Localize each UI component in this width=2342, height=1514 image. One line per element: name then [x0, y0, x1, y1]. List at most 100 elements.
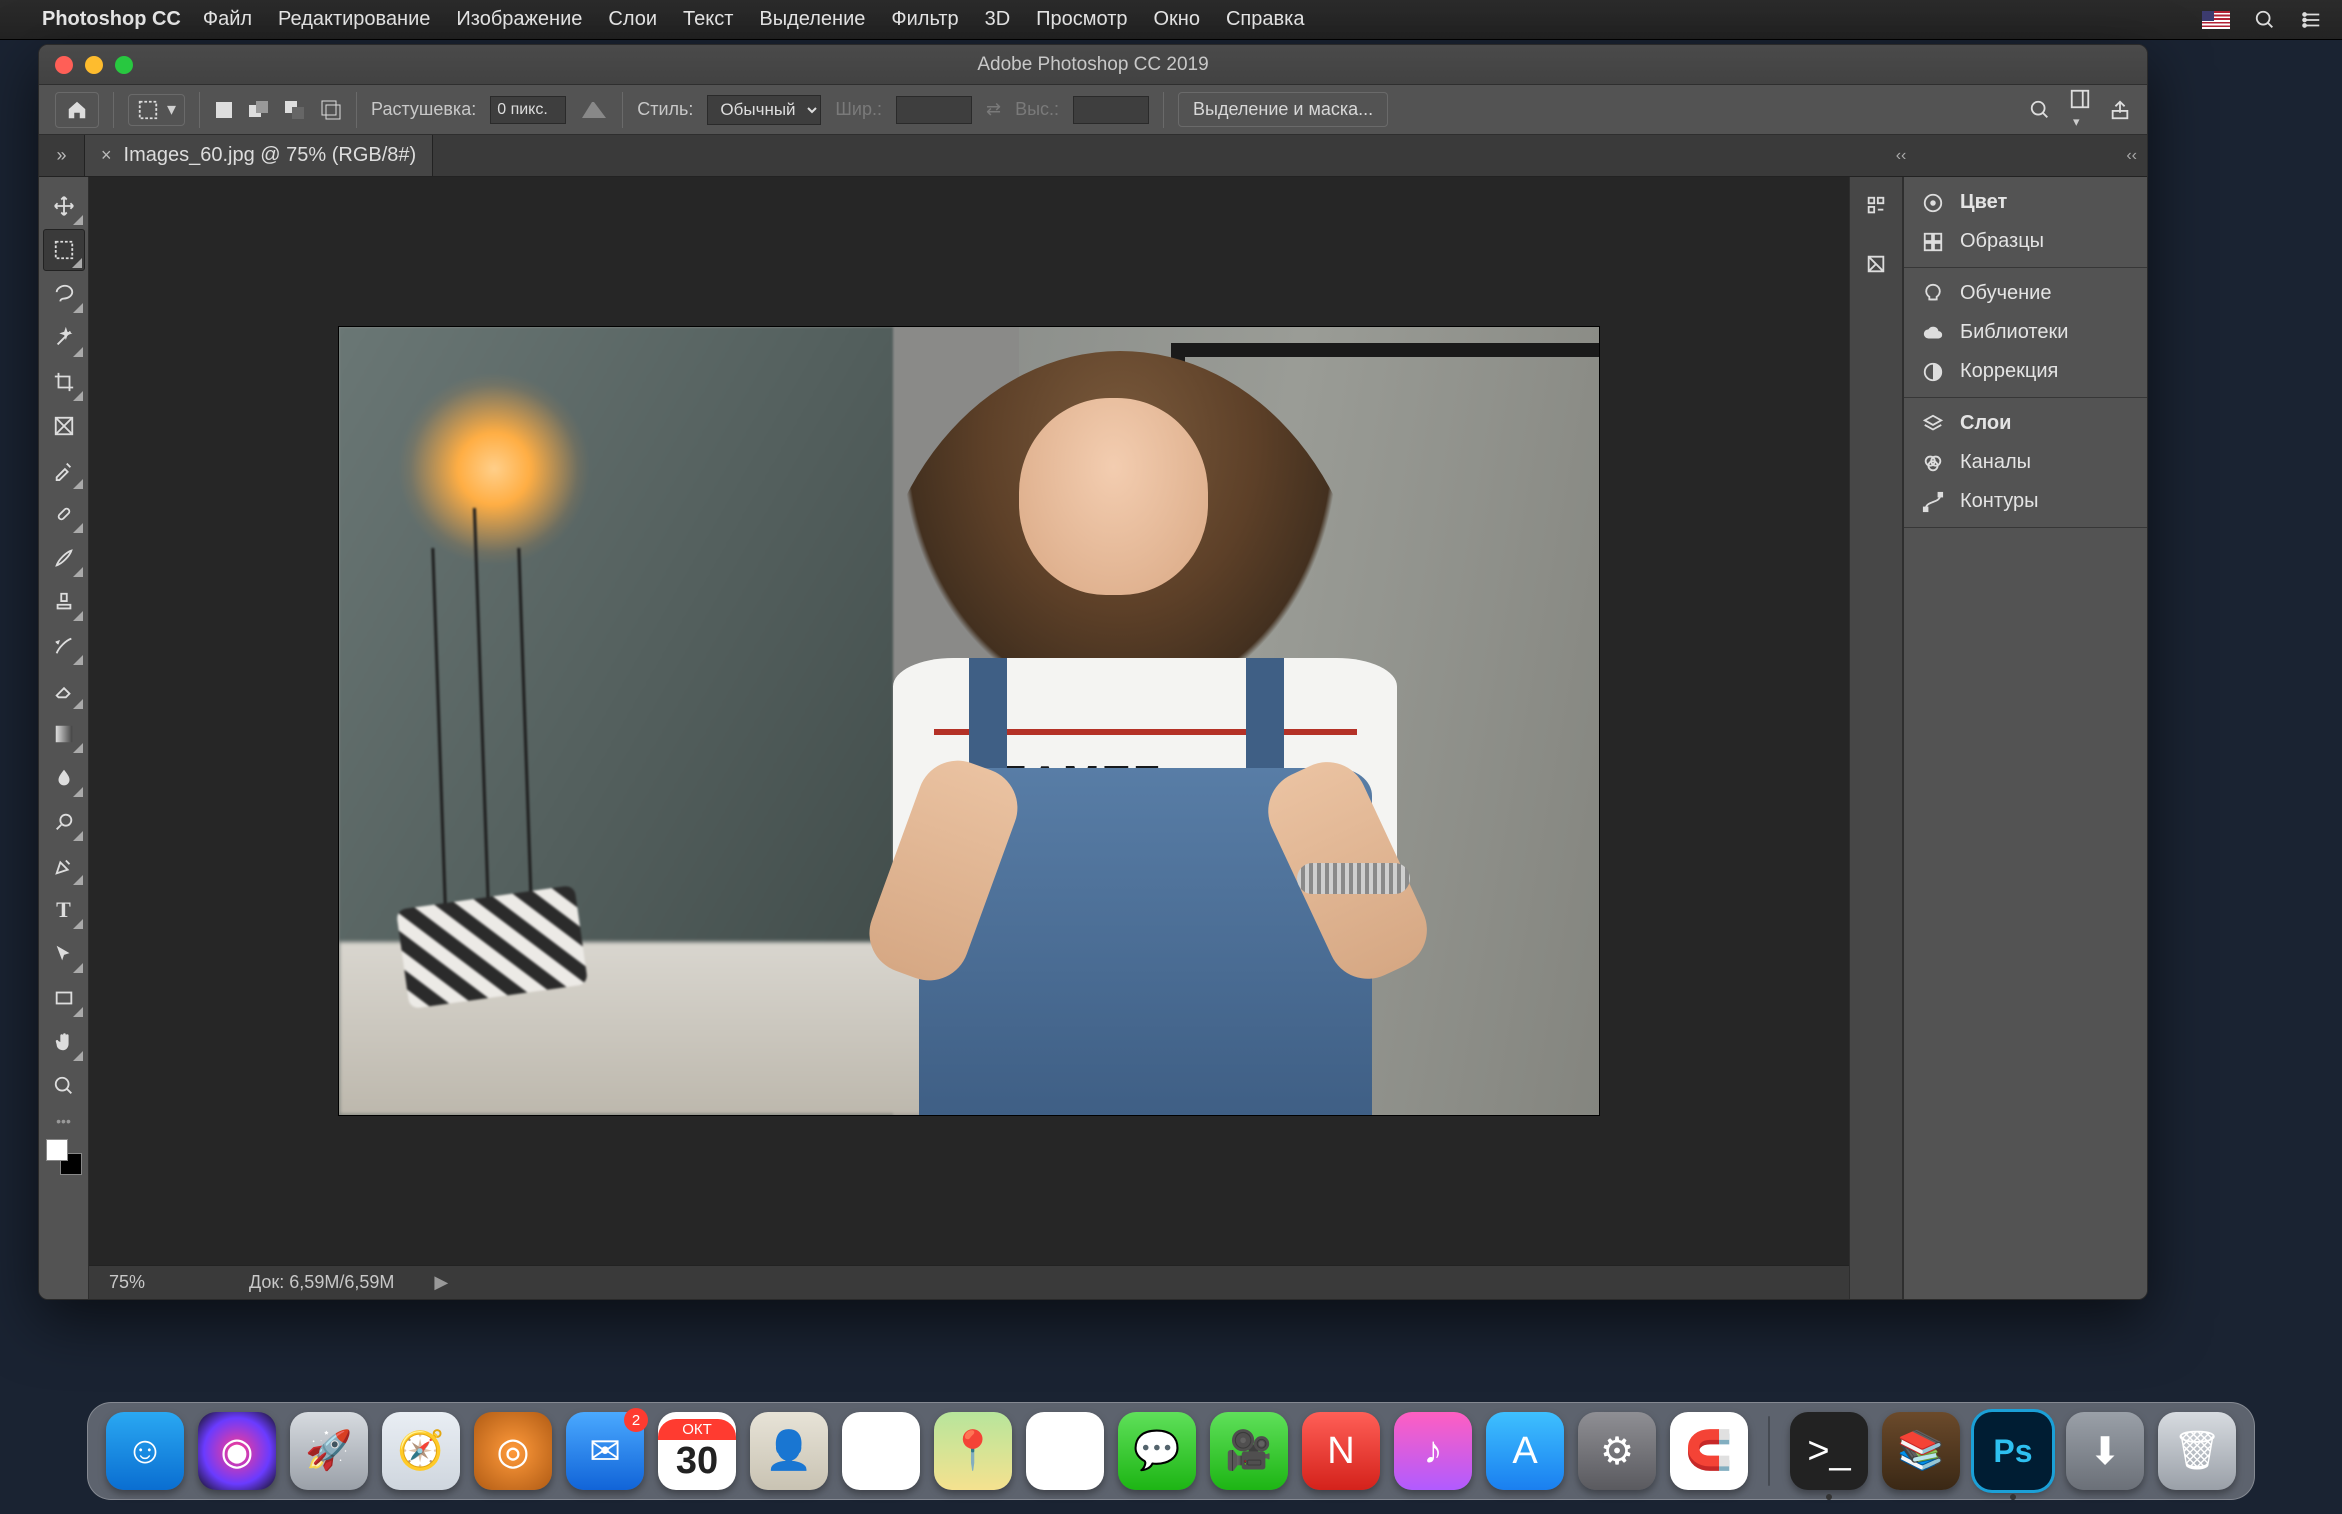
menu-filter[interactable]: Фильтр	[891, 8, 958, 31]
dock-launchpad[interactable]: 🚀	[290, 1412, 368, 1490]
dock-mail[interactable]: ✉2	[566, 1412, 644, 1490]
dock-news[interactable]: N	[1302, 1412, 1380, 1490]
dock-maps[interactable]: 📍	[934, 1412, 1012, 1490]
zoom-level[interactable]: 75%	[109, 1272, 209, 1293]
status-menu-icon[interactable]: ▶	[434, 1272, 448, 1293]
menu-image[interactable]: Изображение	[456, 8, 582, 31]
tool-zoom[interactable]	[43, 1065, 85, 1107]
tool-path-select[interactable]	[43, 933, 85, 975]
tool-brush[interactable]	[43, 537, 85, 579]
dock-preferences[interactable]: ⚙	[1578, 1412, 1656, 1490]
document-image[interactable]	[339, 327, 1599, 1115]
menubar-app-name[interactable]: Photoshop CC	[42, 8, 181, 31]
add-selection-icon[interactable]	[248, 99, 270, 121]
tool-blur[interactable]	[43, 757, 85, 799]
tool-move[interactable]	[43, 185, 85, 227]
zoom-window-button[interactable]	[115, 56, 133, 74]
tool-healing[interactable]	[43, 493, 85, 535]
spotlight-icon[interactable]	[2254, 9, 2276, 31]
canvas-viewport[interactable]	[89, 177, 1849, 1265]
tool-type[interactable]: T	[43, 889, 85, 931]
panel-libraries[interactable]: Библиотеки	[1904, 313, 2147, 352]
tool-eyedropper[interactable]	[43, 449, 85, 491]
dock-siri[interactable]: ◉	[198, 1412, 276, 1490]
new-selection-icon[interactable]	[214, 100, 234, 120]
menu-window[interactable]: Окно	[1154, 8, 1200, 31]
menu-layers[interactable]: Слои	[608, 8, 657, 31]
panel-paths[interactable]: Контуры	[1904, 482, 2147, 521]
close-tab-icon[interactable]: ×	[101, 145, 112, 166]
intersect-selection-icon[interactable]	[320, 99, 342, 121]
dock-photos[interactable]: ✿	[1026, 1412, 1104, 1490]
dock-appstore[interactable]: A	[1486, 1412, 1564, 1490]
width-label: Шир.:	[835, 99, 882, 120]
window-titlebar[interactable]: Adobe Photoshop CC 2019	[39, 45, 2147, 85]
dock-reminders[interactable]: ☲	[842, 1412, 920, 1490]
panel-learn[interactable]: Обучение	[1904, 274, 2147, 313]
dock-terminal[interactable]: >_	[1790, 1412, 1868, 1490]
menu-help[interactable]: Справка	[1226, 8, 1304, 31]
tool-crop[interactable]	[43, 361, 85, 403]
tool-frame[interactable]	[43, 405, 85, 447]
tool-history-brush[interactable]	[43, 625, 85, 667]
dock-calendar[interactable]: ОКТ30	[658, 1412, 736, 1490]
menu-view[interactable]: Просмотр	[1036, 8, 1127, 31]
tool-rectangle[interactable]	[43, 977, 85, 1019]
menu-file[interactable]: Файл	[203, 8, 252, 31]
dock-facetime[interactable]: 🎥	[1210, 1412, 1288, 1490]
tool-eraser[interactable]	[43, 669, 85, 711]
collapse-midpanel-icon[interactable]: ‹‹	[1896, 147, 1907, 165]
input-language-flag-icon[interactable]	[2202, 11, 2230, 29]
tool-hand[interactable]	[43, 1021, 85, 1063]
dock-messages[interactable]: 💬	[1118, 1412, 1196, 1490]
panel-swatches[interactable]: Образцы	[1904, 222, 2147, 261]
document-tab[interactable]: × Images_60.jpg @ 75% (RGB/8#)	[85, 135, 433, 176]
search-icon[interactable]	[2029, 99, 2051, 121]
dock-safari[interactable]: 🧭	[382, 1412, 460, 1490]
control-center-icon[interactable]	[2300, 9, 2322, 31]
select-and-mask-button[interactable]: Выделение и маска...	[1178, 92, 1388, 127]
tool-gradient[interactable]	[43, 713, 85, 755]
tool-marquee[interactable]	[43, 229, 85, 271]
dock-contacts[interactable]: 👤	[750, 1412, 828, 1490]
history-panel-icon[interactable]	[1859, 189, 1893, 223]
tool-dodge[interactable]	[43, 801, 85, 843]
collapse-panels-icon[interactable]: ‹‹	[2126, 147, 2137, 165]
dock-finder[interactable]: ☺	[106, 1412, 184, 1490]
tool-magic-wand[interactable]	[43, 317, 85, 359]
share-icon[interactable]	[2109, 99, 2131, 121]
more-tools-icon[interactable]: •••	[56, 1113, 71, 1129]
menu-edit[interactable]: Редактирование	[278, 8, 430, 31]
dock-photoshop[interactable]: Ps	[1974, 1412, 2052, 1490]
dock-trash[interactable]: 🗑	[2158, 1412, 2236, 1490]
window-controls	[55, 56, 133, 74]
feather-input[interactable]	[490, 96, 566, 124]
current-tool-chip[interactable]: ▾	[128, 94, 185, 126]
home-button[interactable]	[55, 92, 99, 128]
menu-type[interactable]: Текст	[683, 8, 733, 31]
menu-3d[interactable]: 3D	[985, 8, 1011, 31]
workspace-switcher-icon[interactable]: ▾	[2069, 88, 2091, 131]
doc-size[interactable]: Док: 6,59M/6,59M	[249, 1272, 394, 1293]
dock-itunes[interactable]: ♪	[1394, 1412, 1472, 1490]
style-select[interactable]: Обычный	[707, 95, 821, 125]
dock-books[interactable]: 📚	[1882, 1412, 1960, 1490]
antialias-icon[interactable]	[580, 100, 608, 120]
expand-toolbar-icon[interactable]: »	[39, 135, 85, 176]
panel-channels[interactable]: Каналы	[1904, 443, 2147, 482]
close-window-button[interactable]	[55, 56, 73, 74]
panel-layers[interactable]: Слои	[1904, 404, 2147, 443]
tool-pen[interactable]	[43, 845, 85, 887]
menu-select[interactable]: Выделение	[759, 8, 865, 31]
dock-magnet[interactable]: 🧲	[1670, 1412, 1748, 1490]
foreground-background-swatch[interactable]	[46, 1139, 82, 1175]
subtract-selection-icon[interactable]	[284, 99, 306, 121]
tool-stamp[interactable]	[43, 581, 85, 623]
minimize-window-button[interactable]	[85, 56, 103, 74]
dock-downloads[interactable]: ⬇	[2066, 1412, 2144, 1490]
dock-showcase[interactable]: ◎	[474, 1412, 552, 1490]
panel-adjustments[interactable]: Коррекция	[1904, 352, 2147, 391]
panel-color[interactable]: Цвет	[1904, 183, 2147, 222]
properties-panel-icon[interactable]	[1859, 247, 1893, 281]
tool-lasso[interactable]	[43, 273, 85, 315]
